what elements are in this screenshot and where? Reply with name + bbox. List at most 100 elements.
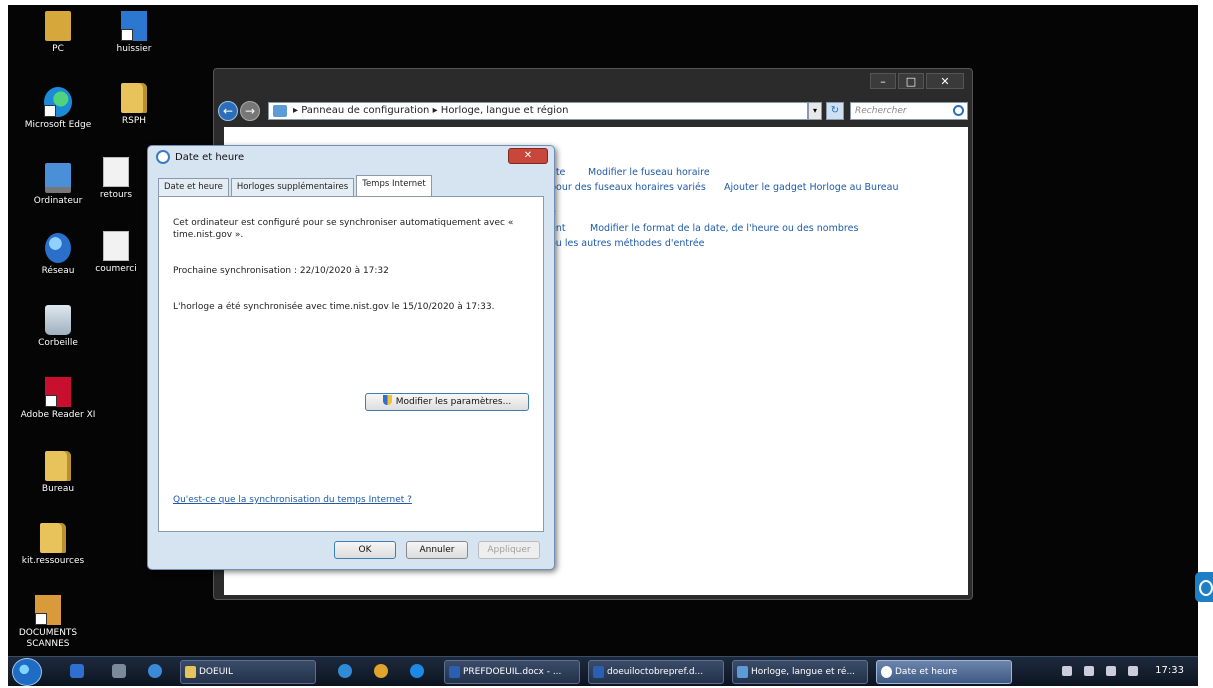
desktop-icon-coumerci[interactable]: coumerci bbox=[86, 231, 146, 275]
address-bar[interactable]: ▸ Panneau de configuration ▸ Horloge, la… bbox=[268, 102, 808, 120]
desktop-icon-label: kit.ressources bbox=[21, 556, 85, 566]
computer-icon bbox=[45, 163, 71, 193]
breadcrumb-panneau[interactable]: Panneau de configuration bbox=[301, 103, 429, 119]
dialog-title-text: Date et heure bbox=[175, 151, 245, 163]
desktop-icon-label: RSPH bbox=[121, 116, 147, 126]
network-icon bbox=[45, 233, 71, 263]
pc-icon bbox=[45, 11, 71, 41]
explorer-icon[interactable] bbox=[112, 664, 126, 678]
breadcrumb-separator-icon: ▸ bbox=[429, 105, 441, 116]
control-panel-icon bbox=[737, 666, 748, 678]
breadcrumb-separator-icon: ▸ bbox=[293, 105, 302, 116]
desktop-icon-kit-ressources[interactable]: kit.ressources bbox=[8, 523, 98, 567]
chevron-down-icon[interactable]: ▾ bbox=[808, 102, 822, 120]
taskbar-item-doeuil[interactable]: DOEUIL bbox=[180, 660, 316, 684]
dialog-tabs: Date et heure Horloges supplémentaires T… bbox=[158, 175, 434, 196]
desktop-icon-label: PC bbox=[52, 44, 64, 54]
tab-date-et-heure[interactable]: Date et heure bbox=[158, 178, 229, 196]
folder-icon bbox=[185, 666, 196, 678]
flag-icon[interactable] bbox=[1084, 666, 1094, 676]
edge-icon bbox=[44, 87, 72, 117]
dialog-close-button[interactable]: ✕ bbox=[508, 148, 548, 164]
search-icon bbox=[953, 105, 964, 116]
tab-panel-temps-internet: Cet ordinateur est configuré pour se syn… bbox=[158, 196, 544, 532]
uac-shield-icon bbox=[382, 395, 392, 405]
breadcrumb-horloge[interactable]: Horloge, langue et région bbox=[441, 103, 569, 119]
modify-settings-label: Modifier les paramètres... bbox=[395, 397, 512, 407]
documents-scans-icon bbox=[35, 595, 61, 625]
desktop-icon-label: retours bbox=[99, 190, 133, 200]
tab-horloges-supplementaires[interactable]: Horloges supplémentaires bbox=[230, 178, 355, 196]
search-placeholder: Rechercher bbox=[855, 106, 907, 116]
media-player-icon[interactable] bbox=[148, 664, 162, 678]
taskbar-item-label: PREFDOEUIL.docx - ... bbox=[463, 667, 562, 677]
next-sync-text: Prochaine synchronisation : 22/10/2020 à… bbox=[173, 266, 389, 276]
chrome-icon[interactable] bbox=[374, 664, 388, 678]
taskbar-clock[interactable]: 17:33 bbox=[1155, 665, 1184, 676]
desktop-icon-adobe-reader[interactable]: Adobe Reader XI bbox=[8, 377, 108, 421]
taskbar-item-prefdoeuil[interactable]: PREFDOEUIL.docx - ... bbox=[444, 660, 580, 684]
taskbar-item-label: Horloge, langue et ré... bbox=[751, 667, 856, 677]
dialog-title: Date et heure bbox=[156, 150, 244, 164]
clock-icon bbox=[881, 666, 892, 678]
folder-icon bbox=[40, 523, 66, 553]
back-arrow-icon[interactable]: ← bbox=[218, 101, 238, 121]
desktop-icon-pc[interactable]: PC bbox=[18, 11, 98, 55]
date-time-dialog: Date et heure ✕ Date et heure Horloges s… bbox=[147, 145, 555, 570]
show-desktop-icon[interactable] bbox=[70, 664, 84, 678]
close-button[interactable]: ✕ bbox=[926, 73, 964, 89]
link-ajouter-gadget-horloge[interactable]: Ajouter le gadget Horloge au Bureau bbox=[724, 182, 898, 193]
link-fragment[interactable]: ou les autres méthodes d'entrée bbox=[550, 238, 705, 249]
desktop-icon-label: Corbeille bbox=[38, 338, 78, 348]
taskbar-item-horloge[interactable]: Horloge, langue et ré... bbox=[732, 660, 868, 684]
minimize-button[interactable]: – bbox=[870, 73, 896, 89]
link-modifier-format-date[interactable]: Modifier le format de la date, de l'heur… bbox=[590, 223, 858, 234]
taskbar-item-date-et-heure[interactable]: Date et heure bbox=[876, 660, 1012, 684]
volume-icon[interactable] bbox=[1128, 666, 1138, 676]
ok-button[interactable]: OK bbox=[334, 541, 396, 559]
taskbar-item-label: DOEUIL bbox=[199, 667, 233, 677]
clock-icon bbox=[156, 150, 170, 164]
network-tray-icon[interactable] bbox=[1106, 666, 1116, 676]
tab-temps-internet[interactable]: Temps Internet bbox=[356, 175, 432, 196]
desktop-icon-rsph[interactable]: RSPH bbox=[94, 83, 174, 127]
sync-description: Cet ordinateur est configuré pour se syn… bbox=[173, 218, 514, 240]
recycle-bin-icon bbox=[45, 305, 71, 335]
desktop-icon-huissier[interactable]: huissier bbox=[94, 11, 174, 55]
cancel-button[interactable]: Annuler bbox=[406, 541, 468, 559]
refresh-icon[interactable]: ↻ bbox=[826, 102, 844, 120]
folder-icon bbox=[121, 83, 147, 113]
desktop: PC Microsoft Edge Ordinateur Réseau Corb… bbox=[8, 5, 1198, 685]
desktop-icon-label: huissier bbox=[116, 44, 152, 54]
document-icon bbox=[103, 157, 129, 187]
apply-button: Appliquer bbox=[478, 541, 540, 559]
desktop-icon-label: coumerci bbox=[95, 264, 137, 274]
start-button[interactable] bbox=[12, 658, 42, 686]
forward-arrow-icon[interactable]: → bbox=[240, 101, 260, 121]
modify-settings-button[interactable]: Modifier les paramètres... bbox=[365, 393, 529, 411]
maximize-button[interactable]: □ bbox=[898, 73, 924, 89]
desktop-icon-edge[interactable]: Microsoft Edge bbox=[18, 87, 98, 131]
desktop-icon-label: Bureau bbox=[41, 484, 75, 494]
desktop-icon-retours[interactable]: retours bbox=[86, 157, 146, 201]
desktop-icon-bureau[interactable]: Bureau bbox=[18, 451, 98, 495]
chevron-up-icon[interactable] bbox=[1062, 666, 1072, 676]
help-link[interactable]: Qu'est-ce que la synchronisation du temp… bbox=[173, 495, 412, 505]
navigation-bar: ← → ▸ Panneau de configuration ▸ Horloge… bbox=[218, 99, 968, 123]
desktop-icon-corbeille[interactable]: Corbeille bbox=[18, 305, 98, 349]
taskbar-item-label: Date et heure bbox=[895, 667, 958, 677]
adobe-reader-icon bbox=[45, 377, 71, 407]
folder-icon bbox=[45, 451, 71, 481]
desktop-icon-documents-scannes[interactable]: DOCUMENTS SCANNES bbox=[8, 595, 88, 650]
edge-taskbar-icon[interactable] bbox=[410, 664, 424, 678]
shortcut-icon bbox=[121, 11, 147, 41]
link-modifier-fuseau-horaire[interactable]: Modifier le fuseau horaire bbox=[588, 167, 710, 178]
search-input[interactable]: Rechercher bbox=[850, 102, 968, 120]
taskbar-item-doeuiloctobre[interactable]: doeuiloctobrepref.d... bbox=[588, 660, 724, 684]
document-icon bbox=[103, 231, 129, 261]
desktop-icon-label: Microsoft Edge bbox=[24, 120, 92, 130]
window-controls: – □ ✕ bbox=[868, 73, 964, 89]
ie-icon[interactable] bbox=[338, 664, 352, 678]
link-fragment[interactable]: pour des fuseaux horaires variés bbox=[550, 182, 706, 193]
side-widget-icon[interactable] bbox=[1195, 572, 1213, 602]
